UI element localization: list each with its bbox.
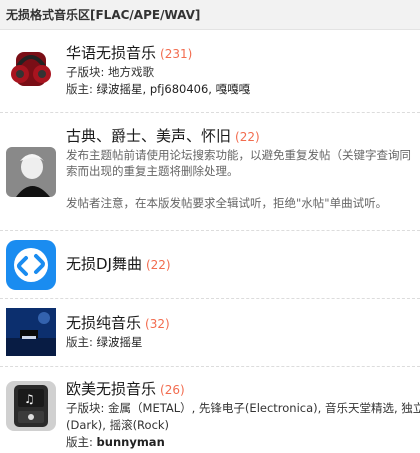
forum-title-link[interactable]: 无损DJ舞曲 (22)	[66, 254, 420, 275]
subforum-line: 子版块: 金属（METAL）, 先锋电子(Electronica), 音乐天堂精…	[66, 400, 420, 417]
moderator-links[interactable]: 绿波摇星	[97, 335, 143, 349]
svg-text:♫: ♫	[24, 392, 35, 406]
piano-icon[interactable]	[6, 308, 56, 356]
subforum-links[interactable]: 金属（METAL）, 先锋电子(Electronica), 音乐天堂精选, 独立	[108, 401, 420, 415]
forum-name[interactable]: 欧美无损音乐	[66, 380, 156, 398]
headphones-icon[interactable]	[6, 44, 56, 94]
forum-title-link[interactable]: 华语无损音乐 (231)	[66, 43, 420, 64]
subforum-links-continued[interactable]: (Dark), 摇滚(Rock)	[66, 418, 169, 432]
forum-item-pure-music: 无损纯音乐 (32) 版主: 绿波摇星	[0, 299, 420, 367]
moderator-label: 版主:	[66, 335, 93, 349]
forum-topic-count: (22)	[145, 258, 171, 272]
forum-description-note: 发帖者注意，在本版发帖要求全辑试听，拒绝"水帖"单曲试听。	[66, 196, 388, 210]
portrait-icon[interactable]	[6, 147, 56, 197]
forum-topic-count: (32)	[145, 317, 170, 331]
forum-name[interactable]: 无损纯音乐	[66, 314, 141, 332]
moderator-line: 版主: bunnyman	[66, 434, 420, 451]
moderator-line: 版主: 绿波摇星	[66, 334, 420, 351]
forum-item-chinese-lossless: 华语无损音乐 (231) 子版块: 地方戏歌 版主: 绿波摇星, pfj68040…	[0, 30, 420, 113]
forum-title-link[interactable]: 古典、爵士、美声、怀旧 (22)	[66, 126, 420, 147]
moderator-links[interactable]: bunnyman	[97, 435, 165, 449]
forum-topic-count: (22)	[235, 130, 260, 144]
moderator-label: 版主:	[66, 435, 93, 449]
forum-description-line: 发布主题帖前请使用论坛搜索功能，以避免重复发帖（关键字查询同	[66, 148, 411, 162]
subforum-label: 子版块:	[66, 65, 105, 79]
moderator-line: 版主: 绿波摇星, pfj680406, 嘎嘎嘎	[66, 81, 420, 98]
subforum-line: 子版块: 地方戏歌	[66, 64, 420, 81]
subforum-line-continued: (Dark), 摇滚(Rock)	[66, 417, 420, 434]
forum-name[interactable]: 无损DJ舞曲	[66, 255, 142, 273]
section-title: 无损格式音乐区[FLAC/APE/WAV]	[6, 8, 201, 22]
forum-name[interactable]: 古典、爵士、美声、怀旧	[66, 127, 231, 145]
subforum-link[interactable]: 地方戏歌	[108, 65, 154, 79]
forum-topic-count: (26)	[160, 383, 185, 397]
forum-description-line: 索而出现的重复主题将删除处理。	[66, 164, 239, 178]
forum-title-link[interactable]: 无损纯音乐 (32)	[66, 313, 420, 334]
forum-item-classical: 古典、爵士、美声、怀旧 (22) 发布主题帖前请使用论坛搜索功能，以避免重复发帖（…	[0, 113, 420, 231]
moderator-links[interactable]: 绿波摇星, pfj680406, 嘎嘎嘎	[97, 82, 251, 96]
section-header: 无损格式音乐区[FLAC/APE/WAV]	[0, 0, 420, 30]
forum-title-link[interactable]: 欧美无损音乐 (26)	[66, 379, 420, 400]
forum-name[interactable]: 华语无损音乐	[66, 44, 156, 62]
forum-topic-count: (231)	[160, 47, 193, 61]
shazam-icon[interactable]	[6, 240, 56, 290]
forum-item-dj: 无损DJ舞曲 (22)	[0, 231, 420, 299]
forum-item-western: ♫ 欧美无损音乐 (26) 子版块: 金属（METAL）, 先锋电子(Electr…	[0, 367, 420, 451]
ipod-icon[interactable]: ♫	[6, 381, 56, 431]
moderator-label: 版主:	[66, 82, 93, 96]
subforum-label: 子版块:	[66, 401, 105, 415]
